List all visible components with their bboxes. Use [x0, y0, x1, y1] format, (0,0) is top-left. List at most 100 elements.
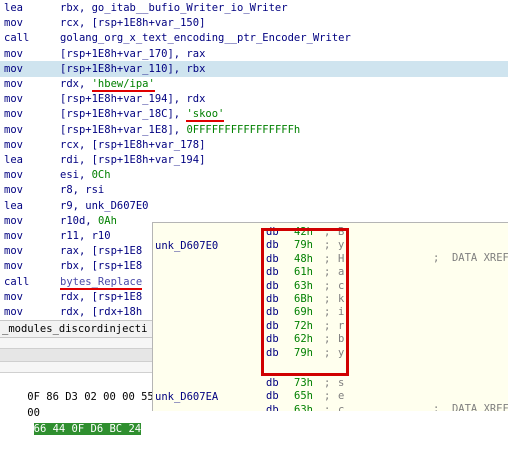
mnemonic: call: [4, 32, 30, 45]
immediate-value: 0Ah: [97, 214, 117, 227]
hex-view[interactable]: 0F 86 D3 02 00 00 55 00 66 44 0F D6 BC 2…: [0, 373, 154, 435]
mnemonic: mov: [4, 260, 23, 273]
call-target[interactable]: bytes_Replace: [60, 275, 143, 290]
mnemonic: mov: [4, 230, 23, 242]
annotation-red-box: [261, 228, 349, 376]
operand: [rsp+1E8h+var_170], rax: [60, 46, 205, 62]
mnemonic: lea: [4, 154, 23, 166]
operand-text: r10d,: [60, 214, 98, 227]
instruction-row[interactable]: lea r9, unk_D607E0: [0, 198, 508, 214]
operand: rbx, [rsp+1E8: [60, 258, 142, 274]
operand: esi, 0Ch: [60, 167, 111, 183]
operand: [rsp+1E8h+var_110], rbx: [60, 61, 205, 77]
mnemonic: mov: [4, 93, 23, 106]
instruction-row[interactable]: mov [rsp+1E8h+var_170], rax: [0, 46, 508, 62]
operand-text: [rsp+1E8h+var_18C],: [60, 108, 187, 121]
mnemonic: lea: [4, 199, 23, 212]
instruction-row[interactable]: mov [rsp+1E8h+var_110], rbx: [0, 60, 508, 77]
operand: rax, [rsp+1E8: [60, 243, 142, 259]
operand: bytes_Replace: [60, 274, 143, 290]
mnemonic: mov: [4, 62, 23, 75]
operand-text: golang_org_x_text_encoding__ptr_Encoder_…: [60, 32, 351, 45]
mnemonic: mov: [4, 108, 23, 121]
operand-text: r8, rsi: [60, 184, 105, 197]
instruction-row[interactable]: lea rbx, go_itab__bufio_Writer_io_Writer: [0, 0, 508, 16]
hex-row[interactable]: 0F 86 D3 02 00 00 55: [2, 373, 153, 403]
operand-text: [rsp+1E8h+var_170], rax: [60, 47, 206, 60]
mnemonic: mov: [4, 169, 23, 182]
operand: r10d, 0Ah: [60, 213, 117, 229]
operand: rdx, [rdx+18h: [60, 304, 142, 320]
hex-selected-bytes[interactable]: 66 44 0F D6 BC 24: [33, 423, 142, 435]
byte-char: s: [338, 377, 345, 389]
comment-marker: ;: [324, 377, 331, 389]
db-directive: db: [266, 377, 279, 389]
data-hint-popup: unk_D607E0 ; DATA XREF db 42h; Bdb 79h; y db 4…: [152, 222, 508, 411]
instruction-row[interactable]: mov [rsp+1E8h+var_1E8], 0FFFFFFFFFFFFFFFF…: [0, 122, 508, 138]
byte-value: 73h: [294, 377, 313, 389]
instruction-row[interactable]: mov r8, rsi: [0, 182, 508, 198]
byte-char: e: [338, 390, 345, 403]
horizontal-scrollbar[interactable]: [0, 348, 152, 362]
hex-bytes: 00: [27, 407, 40, 419]
string-literal[interactable]: 'hbew/ipa': [91, 78, 155, 92]
data-byte-row[interactable]: db 73h; s: [153, 377, 508, 390]
instruction-row[interactable]: mov esi, 0Ch: [0, 167, 508, 183]
mnemonic: mov: [4, 290, 23, 303]
operand: rbx, go_itab__bufio_Writer_io_Writer: [60, 0, 288, 16]
instruction-row[interactable]: lea rdi, [rsp+1E8h+var_194]: [0, 152, 508, 168]
operand-text: [rsp+1E8h+var_194], rdx: [60, 93, 206, 106]
hex-row[interactable]: 00 66 44 0F D6 BC 24: [2, 389, 142, 435]
pane-divider: [0, 338, 152, 373]
operand: rcx, [rsp+1E8h+var_178]: [60, 137, 205, 153]
byte-value: 65h: [294, 390, 313, 403]
instruction-row[interactable]: mov rcx, [rsp+1E8h+var_178]: [0, 137, 508, 153]
operand-text: [rsp+1E8h+var_1E8],: [60, 123, 187, 136]
operand: [rsp+1E8h+var_1E8], 0FFFFFFFFFFFFFFFFh: [60, 122, 300, 138]
mnemonic: mov: [4, 47, 23, 60]
immediate-value: 0Ch: [91, 169, 111, 182]
operand: r11, r10: [60, 228, 111, 244]
operand-text: rdi, [rsp+1E8h+var_194]: [60, 154, 206, 166]
operand-text: rdx,: [60, 78, 92, 90]
operand: rcx, [rsp+1E8h+var_150]: [60, 15, 205, 31]
instruction-row[interactable]: mov rcx, [rsp+1E8h+var_150]: [0, 15, 508, 31]
db-directive: db: [266, 390, 279, 403]
operand: rdi, [rsp+1E8h+var_194]: [60, 152, 205, 168]
operand: rdx, 'hbew/ipa': [60, 76, 155, 92]
instruction-row[interactable]: mov [rsp+1E8h+var_194], rdx: [0, 91, 508, 107]
mnemonic: mov: [4, 78, 23, 90]
mnemonic: mov: [4, 17, 23, 30]
immediate-value: 0FFFFFFFFFFFFFFFFh: [186, 123, 301, 136]
operand-text: esi,: [60, 169, 92, 182]
string-literal[interactable]: 'skoo': [186, 108, 225, 123]
mnemonic: lea: [4, 2, 23, 14]
instruction-row[interactable]: call golang_org_x_text_encoding__ptr_Enco…: [0, 30, 508, 46]
instruction-row[interactable]: mov rdx, 'hbew/ipa': [0, 76, 508, 92]
mnemonic: mov: [4, 184, 23, 197]
operand: r9, unk_D607E0: [60, 198, 149, 214]
mnemonic: mov: [4, 123, 23, 136]
operand-text: rcx, [rsp+1E8h+var_150]: [60, 17, 206, 30]
operand-text: [rsp+1E8h+var_110], rbx: [60, 62, 206, 75]
operand: [rsp+1E8h+var_194], rdx: [60, 91, 205, 107]
operand-text: rcx, [rsp+1E8h+var_178]: [60, 138, 206, 151]
mnemonic: mov: [4, 214, 23, 227]
comment-marker: ;: [324, 390, 331, 403]
operand-text: r11, r10: [60, 230, 111, 242]
operand-text: r9, unk_D607E0: [60, 199, 149, 212]
operand-text: rbx, go_itab__bufio_Writer_io_Writer: [60, 2, 288, 14]
data-byte-row[interactable]: db 65h; e: [153, 390, 508, 403]
operand-text: rdx, [rdx+18h: [60, 306, 143, 318]
function-name-bar[interactable]: _modules_discordinjecti: [0, 320, 152, 338]
mnemonic: mov: [4, 306, 23, 318]
operand-text: rbx, [rsp+1E8: [60, 260, 143, 273]
mnemonic: mov: [4, 138, 23, 151]
operand: r8, rsi: [60, 182, 104, 198]
mnemonic: call: [4, 275, 30, 288]
operand-text: rdx, [rsp+1E8: [60, 290, 143, 303]
instruction-row[interactable]: mov [rsp+1E8h+var_18C], 'skoo': [0, 106, 508, 123]
operand: rdx, [rsp+1E8: [60, 289, 142, 305]
operand: [rsp+1E8h+var_18C], 'skoo': [60, 106, 225, 123]
function-name-label: _modules_discordinjecti: [2, 323, 148, 335]
